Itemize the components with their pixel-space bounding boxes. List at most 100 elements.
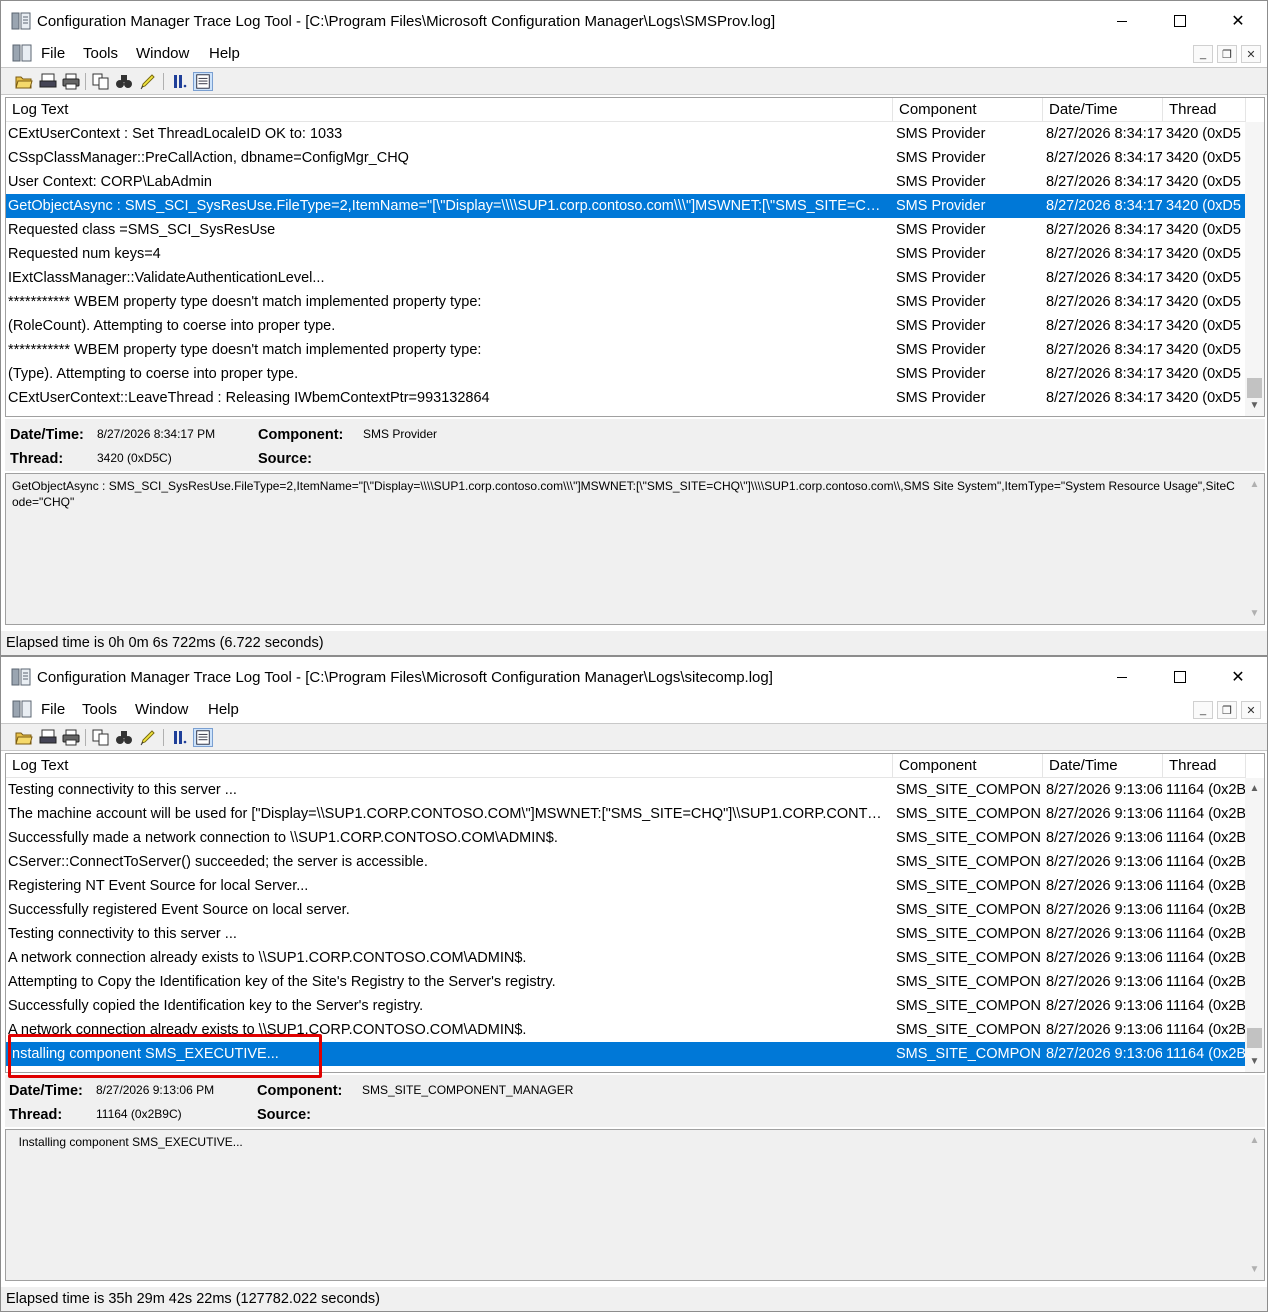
menu-file[interactable]: File <box>41 701 65 718</box>
column-log-text[interactable]: Log Text <box>6 754 893 778</box>
scroll-up-icon[interactable]: ▲ <box>1245 476 1264 493</box>
copy-icon[interactable] <box>92 73 110 90</box>
log-row[interactable]: CExtUserContext : Set ThreadLocaleID OK … <box>6 122 1246 146</box>
maximize-button[interactable] <box>1151 1 1209 41</box>
menu-help[interactable]: Help <box>209 45 240 62</box>
highlight-icon[interactable] <box>139 729 157 746</box>
log-row[interactable]: Testing connectivity to this server ... S… <box>6 922 1246 946</box>
log-row[interactable]: CSspClassManager::PreCallAction, dbname=… <box>6 146 1246 170</box>
open-icon[interactable] <box>15 729 33 746</box>
filter-icon[interactable] <box>193 72 213 91</box>
column-datetime[interactable]: Date/Time <box>1043 98 1163 122</box>
menu-tools[interactable]: Tools <box>83 45 118 62</box>
log-text-cell: A network connection already exists to \… <box>8 950 527 966</box>
log-row[interactable]: CServer::ConnectToServer() succeeded; th… <box>6 850 1246 874</box>
scroll-down-icon[interactable]: ▼ <box>1245 605 1264 622</box>
component-value: SMS_SITE_COMPONENT_MANAGER <box>362 1083 574 1097</box>
datetime-value: 8/27/2026 8:34:17 PM <box>97 427 216 441</box>
title-bar[interactable]: Configuration Manager Trace Log Tool - [… <box>1 657 1267 697</box>
message-scrollbar[interactable]: ▲ ▼ <box>1245 1130 1264 1280</box>
thread-cell: 11164 (0x2B <box>1166 782 1246 798</box>
mdi-close-button[interactable]: ✕ <box>1241 701 1261 719</box>
log-row[interactable]: Successfully registered Event Source on … <box>6 898 1246 922</box>
log-row[interactable]: Requested class =SMS_SCI_SysResUse SMS Pr… <box>6 218 1246 242</box>
filter-icon[interactable] <box>193 728 213 747</box>
scroll-down-icon[interactable]: ▼ <box>1245 397 1264 414</box>
menu-help[interactable]: Help <box>208 701 239 718</box>
component-cell: SMS Provider <box>896 246 986 262</box>
scroll-thumb[interactable] <box>1247 378 1262 398</box>
find-icon[interactable] <box>115 73 133 90</box>
scroll-up-icon[interactable]: ▲ <box>1245 1132 1264 1149</box>
print-icon[interactable] <box>62 73 80 90</box>
datetime-label: Date/Time: <box>10 427 84 443</box>
column-log-text[interactable]: Log Text <box>6 98 893 122</box>
menu-tools[interactable]: Tools <box>82 701 117 718</box>
maximize-button[interactable] <box>1151 657 1209 697</box>
print-preview-icon[interactable] <box>39 73 57 90</box>
log-list[interactable]: Log Text Component Date/Time Thread CExt… <box>5 97 1265 417</box>
log-row[interactable]: (Type). Attempting to coerse into proper… <box>6 362 1246 386</box>
log-row[interactable]: User Context: CORP\LabAdmin SMS Provider 8… <box>6 170 1246 194</box>
column-component[interactable]: Component <box>893 98 1043 122</box>
column-thread[interactable]: Thread <box>1163 98 1246 122</box>
log-row[interactable]: Attempting to Copy the Identification ke… <box>6 970 1246 994</box>
log-row[interactable]: Successfully made a network connection t… <box>6 826 1246 850</box>
log-list[interactable]: Log Text Component Date/Time Thread Test… <box>5 753 1265 1073</box>
print-preview-icon[interactable] <box>39 729 57 746</box>
mdi-close-button[interactable]: ✕ <box>1241 45 1261 63</box>
mdi-restore-button[interactable]: ❐ <box>1217 45 1237 63</box>
log-row[interactable]: Requested num keys=4 SMS Provider 8/27/202… <box>6 242 1246 266</box>
log-text-cell: CServer::ConnectToServer() succeeded; th… <box>8 854 428 870</box>
print-icon[interactable] <box>62 729 80 746</box>
close-button[interactable]: ✕ <box>1209 657 1267 697</box>
toolbar <box>1 67 1267 95</box>
menu-file[interactable]: File <box>41 45 65 62</box>
highlight-icon[interactable] <box>139 73 157 90</box>
minimize-button[interactable] <box>1093 1 1151 41</box>
component-cell: SMS_SITE_COMPONENT_MANAGER <box>896 926 1042 942</box>
log-row[interactable]: (RoleCount). Attempting to coerse into p… <box>6 314 1246 338</box>
column-datetime[interactable]: Date/Time <box>1043 754 1163 778</box>
vertical-scrollbar[interactable]: ▼ <box>1245 122 1264 416</box>
log-row[interactable]: Successfully copied the Identification k… <box>6 994 1246 1018</box>
find-icon[interactable] <box>115 729 133 746</box>
menu-window[interactable]: Window <box>135 701 188 718</box>
close-button[interactable]: ✕ <box>1209 1 1267 41</box>
scroll-up-icon[interactable]: ▲ <box>1245 780 1264 797</box>
document-icon[interactable] <box>12 44 32 62</box>
mdi-minimize-button[interactable]: _ <box>1193 701 1213 719</box>
open-icon[interactable] <box>15 73 33 90</box>
column-thread[interactable]: Thread <box>1163 754 1246 778</box>
pause-icon[interactable] <box>170 73 188 90</box>
scroll-down-icon[interactable]: ▼ <box>1245 1053 1264 1070</box>
toolbar <box>1 723 1267 751</box>
log-row[interactable]: Testing connectivity to this server ... S… <box>6 778 1246 802</box>
column-component[interactable]: Component <box>893 754 1043 778</box>
title-bar[interactable]: Configuration Manager Trace Log Tool - [… <box>1 1 1267 41</box>
pause-icon[interactable] <box>170 729 188 746</box>
message-box[interactable]: Installing component SMS_EXECUTIVE... ▲ … <box>5 1129 1265 1281</box>
vertical-scrollbar[interactable]: ▲ ▼ <box>1245 778 1264 1072</box>
minimize-button[interactable] <box>1093 657 1151 697</box>
scroll-down-icon[interactable]: ▼ <box>1245 1261 1264 1278</box>
log-row[interactable]: IExtClassManager::ValidateAuthentication… <box>6 266 1246 290</box>
log-row[interactable]: The machine account will be used for ["D… <box>6 802 1246 826</box>
log-row-selected[interactable]: GetObjectAsync : SMS_SCI_SysResUse.FileT… <box>6 194 1246 218</box>
message-box[interactable]: GetObjectAsync : SMS_SCI_SysResUse.FileT… <box>5 473 1265 625</box>
log-row[interactable]: *********** WBEM property type doesn't m… <box>6 338 1246 362</box>
message-scrollbar[interactable]: ▲ ▼ <box>1245 474 1264 624</box>
log-row[interactable]: CExtUserContext::LeaveThread : Releasing… <box>6 386 1246 410</box>
mdi-restore-button[interactable]: ❐ <box>1217 701 1237 719</box>
component-cell: SMS Provider <box>896 366 986 382</box>
log-text-cell: Successfully registered Event Source on … <box>8 902 350 918</box>
log-row[interactable]: A network connection already exists to \… <box>6 946 1246 970</box>
log-row[interactable]: Registering NT Event Source for local Se… <box>6 874 1246 898</box>
document-icon[interactable] <box>12 700 32 718</box>
scroll-thumb[interactable] <box>1247 1028 1262 1048</box>
copy-icon[interactable] <box>92 729 110 746</box>
menu-window[interactable]: Window <box>136 45 189 62</box>
mdi-minimize-button[interactable]: _ <box>1193 45 1213 63</box>
log-row[interactable]: *********** WBEM property type doesn't m… <box>6 290 1246 314</box>
maximize-icon <box>1174 671 1186 683</box>
